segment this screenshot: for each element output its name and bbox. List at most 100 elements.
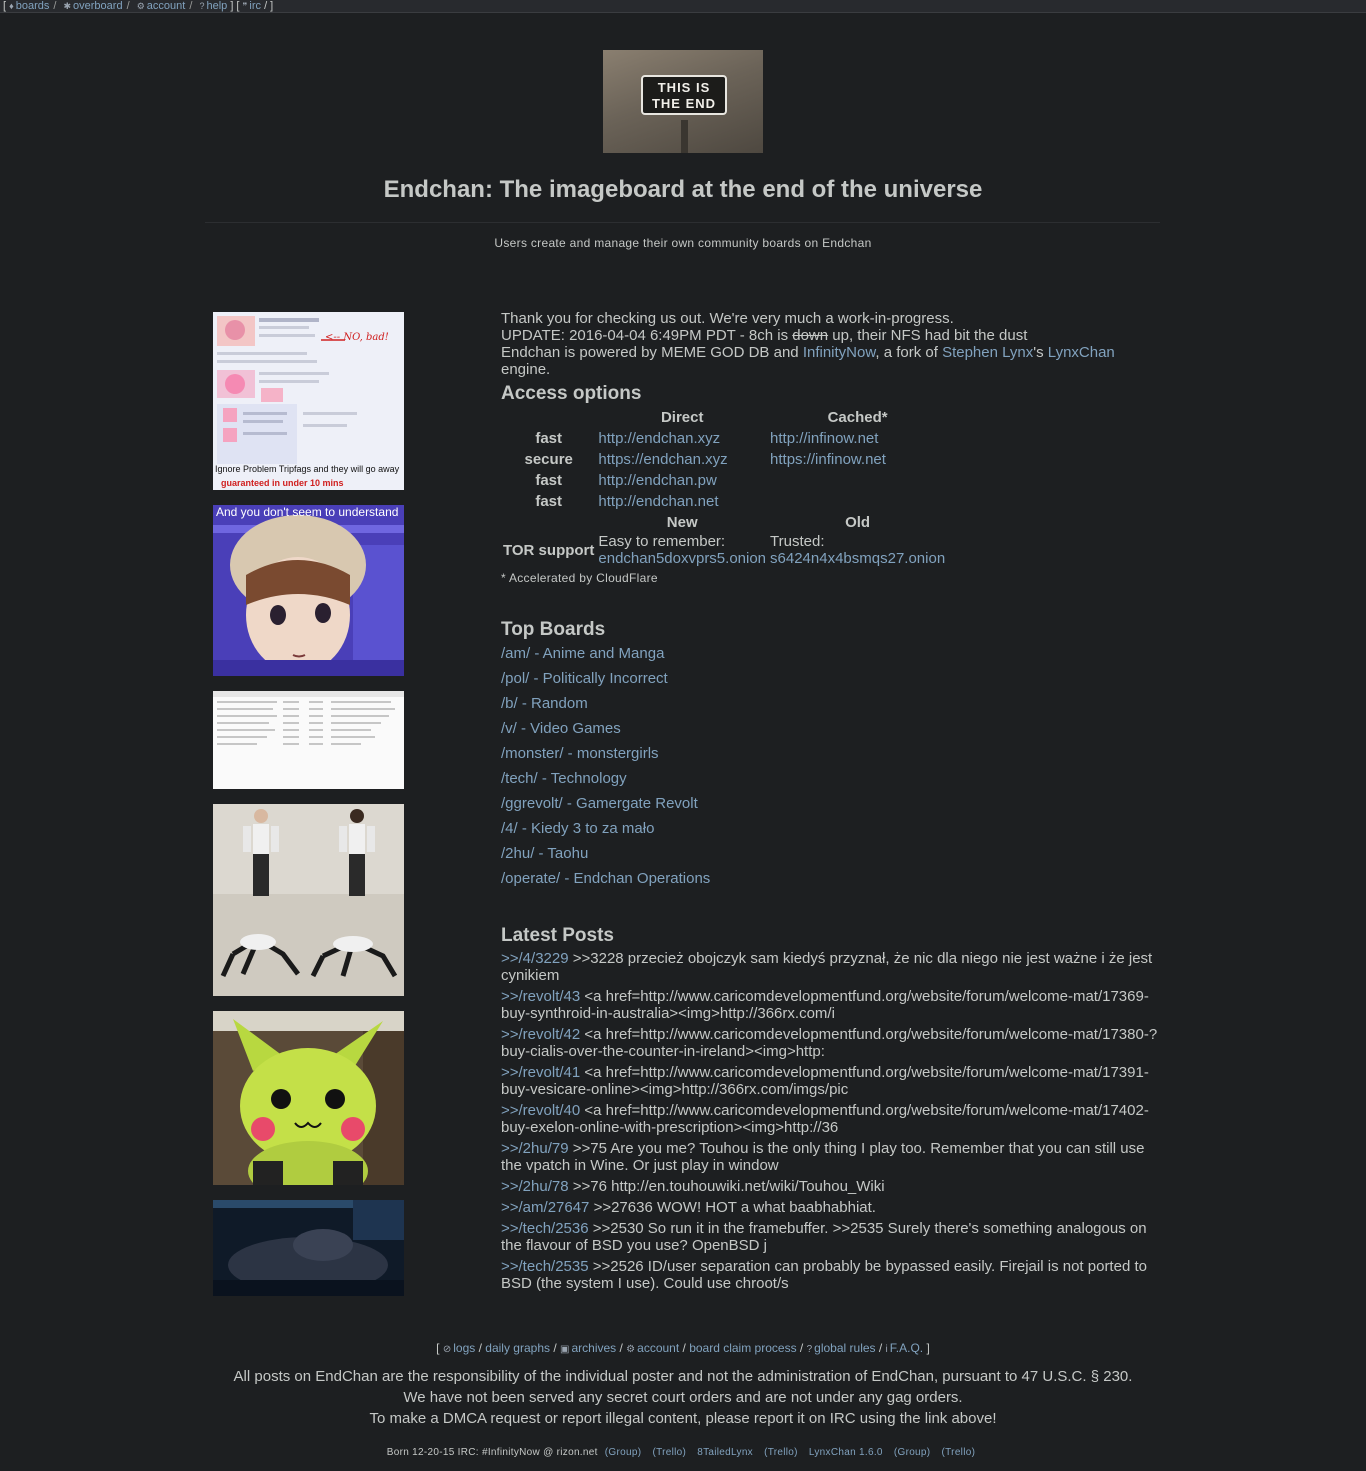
thumbnail-image xyxy=(213,804,404,996)
post-link[interactable]: >>/revolt/40 xyxy=(501,1102,580,1119)
footer-global-rules-link[interactable]: ? global rules xyxy=(807,1341,876,1355)
board-link[interactable]: /tech/ - Technology xyxy=(501,770,627,787)
banner-sign: THIS IS THE END xyxy=(641,75,727,115)
nav-help-link[interactable]: ? help xyxy=(199,0,227,12)
lynxchan-link[interactable]: LynxChan xyxy=(1048,344,1115,361)
credit-link[interactable]: (Trello) xyxy=(652,1447,686,1458)
post-item: >>/revolt/40 <a href=http://www.caricomd… xyxy=(501,1102,1149,1136)
credits-text: Born 12-20-15 IRC: #InfinityNow @ rizon.… xyxy=(386,1447,598,1458)
archive-icon: ▣ xyxy=(560,1344,570,1355)
footer-logs-link[interactable]: ⊘ logs xyxy=(443,1341,475,1355)
footer-faq-link[interactable]: i F.A.Q. xyxy=(886,1341,924,1355)
post-item: >>/tech/2536 >>2530 So run it in the fra… xyxy=(501,1220,1147,1254)
credit-link[interactable]: (Group) xyxy=(894,1447,931,1458)
direct-link[interactable]: http://endchan.xyz xyxy=(598,430,720,447)
post-link[interactable]: >>/revolt/41 xyxy=(501,1064,580,1081)
nav-overboard-link[interactable]: ✱ overboard xyxy=(63,0,122,12)
board-link[interactable]: /operate/ - Endchan Operations xyxy=(501,870,710,887)
gear-icon: ⚙ xyxy=(626,1344,636,1355)
direct-link[interactable]: https://endchan.xyz xyxy=(598,451,727,468)
cached-link[interactable]: https://infinow.net xyxy=(770,451,886,468)
col-old: Old xyxy=(845,514,871,531)
update-line: UPDATE: 2016-04-04 6:49PM PDT - 8ch is d… xyxy=(501,327,1028,344)
thumbnail-anime-girl[interactable]: And you don't seem to understand xyxy=(213,505,404,676)
cached-link[interactable]: http://infinow.net xyxy=(770,430,878,447)
board-link[interactable]: /pol/ - Politically Incorrect xyxy=(501,670,668,687)
stephen-lynx-link[interactable]: Stephen Lynx xyxy=(942,344,1033,361)
footer-navigation: [ ⊘ logs / daily graphs / ▣ archives / ⚙ ac… xyxy=(436,1341,930,1355)
thumbnail-image xyxy=(213,691,404,789)
thumbnail-caption: Ignore Problem Tripfags and they will go… xyxy=(215,464,400,474)
access-options-table: Direct Cached* fast http://endchan.xyz h… xyxy=(501,407,947,567)
tor-old-link[interactable]: s6424n4x4bsmqs27.onion xyxy=(770,550,945,567)
footer-account-link[interactable]: ⚙ account xyxy=(626,1341,679,1355)
nav-boards-link[interactable]: ♦ boards xyxy=(9,0,49,12)
tor-support-label: TOR support xyxy=(503,541,595,559)
post-link[interactable]: >>/am/27647 xyxy=(501,1199,589,1216)
board-link[interactable]: /b/ - Random xyxy=(501,695,588,712)
thumbnail-image xyxy=(213,505,404,676)
access-row: secure https://endchan.xyz https://infin… xyxy=(524,451,886,468)
credit-link[interactable]: LynxChan 1.6.0 xyxy=(809,1447,883,1458)
direct-link[interactable]: http://endchan.pw xyxy=(598,472,716,489)
nav-bracket-close: / ] xyxy=(264,0,274,12)
post-item: >>/2hu/79 >>75 Are you me? Touhou is the… xyxy=(501,1140,1145,1174)
asterisk-icon: ✱ xyxy=(63,1,72,11)
thumbnail-pikachu-mascot[interactable] xyxy=(213,1011,404,1185)
board-link[interactable]: /am/ - Anime and Manga xyxy=(501,645,664,662)
board-link[interactable]: /2hu/ - Taohu xyxy=(501,845,588,862)
latest-posts-heading: Latest Posts xyxy=(501,925,614,946)
footer-board-claim-link[interactable]: board claim process xyxy=(689,1341,796,1355)
gear-icon: ⚙ xyxy=(136,1,145,11)
title-divider xyxy=(205,222,1160,223)
board-link[interactable]: /v/ - Video Games xyxy=(501,720,621,737)
post-item: >>/am/27647 >>27636 WOW! HOT a what baab… xyxy=(501,1199,876,1216)
post-link[interactable]: >>/revolt/43 xyxy=(501,988,580,1005)
board-link[interactable]: /monster/ - monstergirls xyxy=(501,745,659,762)
legal-line: We have not been served any secret court… xyxy=(403,1389,963,1406)
tor-new-link[interactable]: endchan5doxvprs5.onion xyxy=(598,550,766,567)
tag-icon: ♦ xyxy=(9,1,14,11)
post-link[interactable]: >>/4/3229 xyxy=(501,950,569,967)
post-link[interactable]: >>/tech/2536 xyxy=(501,1220,589,1237)
post-link[interactable]: >>/tech/2535 xyxy=(501,1258,589,1275)
col-cached: Cached* xyxy=(827,409,888,426)
powered-by-line: Endchan is powered by MEME GOD DB and In… xyxy=(501,344,1115,378)
credit-link[interactable]: (Group) xyxy=(605,1447,642,1458)
legal-line: To make a DMCA request or report illegal… xyxy=(369,1410,997,1427)
thumbnail-spreadsheet[interactable] xyxy=(213,691,404,789)
quote-icon: ❞ xyxy=(242,1,248,11)
nav-irc-link[interactable]: ❞ irc xyxy=(243,0,261,12)
footer-archives-link[interactable]: ▣ archives xyxy=(560,1341,616,1355)
tor-row: TOR support Easy to remember: endchan5dox… xyxy=(503,533,946,567)
post-link[interactable]: >>/2hu/79 xyxy=(501,1140,569,1157)
ban-icon: ⊘ xyxy=(442,1344,452,1355)
credit-link[interactable]: (Trello) xyxy=(764,1447,798,1458)
thumbnail-tripfag-meme[interactable]: <-- NO, bad! Ignore Problem Tripfags and… xyxy=(213,312,404,490)
thumbnail-subcaption: guaranteed in under 10 mins xyxy=(221,478,344,488)
thumbnail-action-figure[interactable] xyxy=(213,804,404,996)
post-item: >>/2hu/78 >>76 http://en.touhouwiki.net/… xyxy=(501,1178,885,1195)
credit-link[interactable]: 8TailedLynx xyxy=(697,1447,753,1458)
infinitynow-link[interactable]: InfinityNow xyxy=(803,344,876,361)
credit-link[interactable]: (Trello) xyxy=(942,1447,976,1458)
site-banner: THIS IS THE END xyxy=(603,50,763,153)
legal-line: All posts on EndChan are the responsibil… xyxy=(233,1368,1133,1385)
page-title: Endchan: The imageboard at the end of th… xyxy=(383,176,983,203)
direct-link[interactable]: http://endchan.net xyxy=(598,493,718,510)
post-link[interactable]: >>/revolt/42 xyxy=(501,1026,580,1043)
sign-pole xyxy=(681,120,688,153)
footer-daily-graphs-link[interactable]: daily graphs xyxy=(485,1341,550,1355)
access-row: fast http://endchan.net xyxy=(535,493,719,510)
thumbnail-dark-scene[interactable] xyxy=(213,1200,404,1296)
board-link[interactable]: /ggrevolt/ - Gamergate Revolt xyxy=(501,795,698,812)
post-item: >>/revolt/41 <a href=http://www.caricomd… xyxy=(501,1064,1149,1098)
main-content: Thank you for checking us out. We're ver… xyxy=(501,310,1161,1296)
top-boards-heading: Top Boards xyxy=(501,619,606,640)
credits: Born 12-20-15 IRC: #InfinityNow @ rizon.… xyxy=(0,1447,1366,1458)
post-link[interactable]: >>/2hu/78 xyxy=(501,1178,569,1195)
col-direct: Direct xyxy=(660,409,704,426)
board-link[interactable]: /4/ - Kiedy 3 to za mało xyxy=(501,820,654,837)
nav-account-link[interactable]: ⚙ account xyxy=(137,0,186,12)
col-new: New xyxy=(666,514,698,531)
